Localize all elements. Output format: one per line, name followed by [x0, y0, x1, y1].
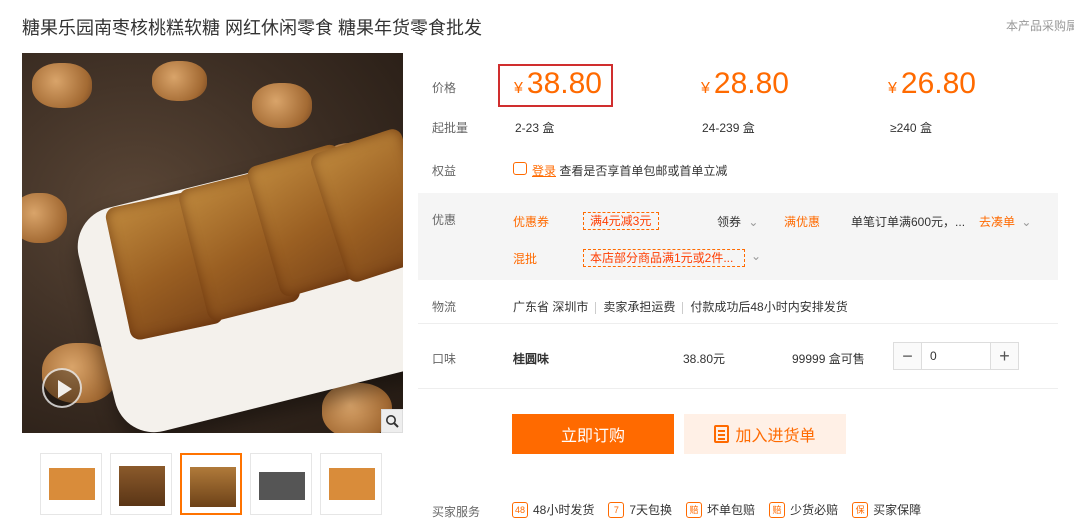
mix-batch-label: 混批 [513, 252, 538, 266]
qty-range-1: 2-23 盒 [515, 121, 555, 135]
service-item[interactable]: 48 48小时发货 [512, 501, 594, 518]
thumbnail-5[interactable] [320, 453, 382, 515]
benefits-text: 查看是否享首单包邮或首单立减 [559, 164, 728, 178]
chevron-down-icon[interactable]: ⌄ [751, 249, 761, 263]
add-to-cart-button[interactable]: 加入进货单 [684, 414, 846, 454]
logistics-info: 广东省 深圳市 卖家承担运费 付款成功后48小时内安排发货 [513, 298, 848, 315]
login-link[interactable]: 登录 [532, 164, 556, 178]
product-title: 糖果乐园南枣核桃糕软糖 网红休闲零食 糖果年货零食批发 [22, 18, 482, 38]
buyer-services: 48 48小时发货 7 7天包换 赔坏单包赔 赔少货必赔 保买家保障 [512, 501, 921, 518]
service-item[interactable]: 7 7天包换 [608, 501, 672, 518]
qty-range-2: 24-239 盒 [702, 121, 755, 135]
procurement-note: 本产品采购属 [1005, 19, 1074, 33]
freight-info: 卖家承担运费 [603, 300, 676, 314]
price-tier-1: ¥38.80 [514, 67, 602, 100]
mix-batch-tag[interactable]: 本店部分商品满1元或2件... [583, 249, 745, 267]
price-tier-3: ¥26.80 [888, 67, 976, 100]
chevron-down-icon: ⌄ [1021, 215, 1032, 229]
exchange-7d-icon: 7 [608, 501, 625, 518]
shield-icon: 赔 [686, 501, 703, 518]
logistics-label: 物流 [432, 300, 457, 314]
shipping-48h-icon: 48 [512, 501, 528, 518]
full-discount-text: 单笔订单满600元，... [851, 215, 966, 229]
get-coupon-button[interactable]: 领券 ⌄ [717, 213, 758, 230]
buyer-services-label: 买家服务 [432, 505, 481, 519]
flavor-name: 桂圆味 [513, 352, 550, 366]
benefits-row: 登录 查看是否享首单包邮或首单立减 [532, 162, 727, 179]
coupon-icon [513, 162, 527, 175]
full-discount-label: 满优惠 [784, 215, 821, 229]
chevron-down-icon: ⌄ [748, 215, 759, 229]
promotions-label: 优惠 [432, 213, 457, 227]
video-play-icon[interactable] [42, 368, 82, 408]
service-item[interactable]: 保买家保障 [852, 501, 921, 518]
thumbnail-2[interactable] [110, 453, 172, 515]
thumbnail-3[interactable] [180, 453, 242, 515]
shield-icon: 赔 [769, 501, 786, 518]
benefits-label: 权益 [432, 164, 457, 178]
price-label: 价格 [432, 81, 457, 95]
clipboard-icon [714, 425, 730, 443]
guarantee-icon: 保 [852, 501, 869, 518]
service-item[interactable]: 赔少货必赔 [769, 501, 838, 518]
buy-now-button[interactable]: 立即订购 [512, 414, 674, 454]
flavor-label: 口味 [432, 352, 457, 366]
main-product-image[interactable] [22, 53, 403, 433]
min-order-label: 起批量 [432, 121, 469, 135]
flavor-price: 38.80元 [683, 352, 726, 366]
divider [418, 323, 1058, 324]
thumbnail-4[interactable] [250, 453, 312, 515]
increment-button[interactable]: + [991, 343, 1018, 369]
service-item[interactable]: 赔坏单包赔 [686, 501, 755, 518]
quantity-stepper: − 0 + [893, 342, 1019, 370]
thumbnail-strip [40, 453, 382, 515]
quantity-input[interactable]: 0 [921, 343, 991, 369]
decrement-button[interactable]: − [894, 343, 921, 369]
add-to-cart-label: 加入进货单 [735, 428, 816, 445]
coupon-tag[interactable]: 满4元减3元 [583, 212, 659, 230]
divider [418, 388, 1058, 389]
add-more-button[interactable]: 去凑单 ⌄ [979, 213, 1031, 230]
ship-from-location: 广东省 深圳市 [513, 300, 589, 314]
price-tier-2: ¥28.80 [701, 67, 789, 100]
flavor-stock: 99999 盒可售 [792, 352, 865, 366]
coupon-label: 优惠券 [513, 215, 550, 229]
zoom-icon[interactable] [381, 409, 403, 433]
dispatch-info: 付款成功后48小时内安排发货 [690, 300, 848, 314]
thumbnail-1[interactable] [40, 453, 102, 515]
qty-range-3: ≥240 盒 [890, 121, 932, 135]
